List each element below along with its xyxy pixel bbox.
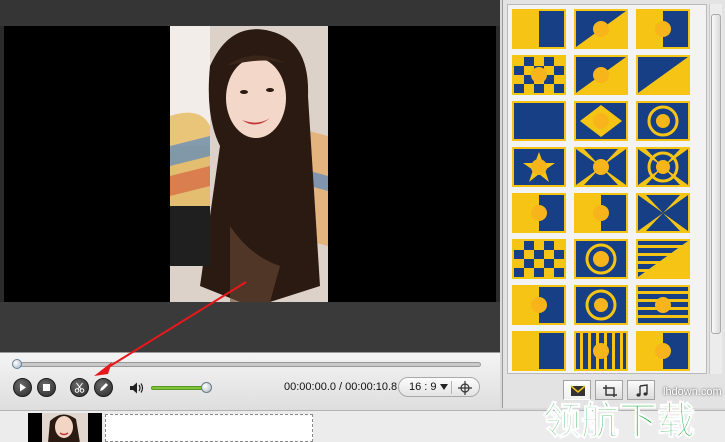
effect-tile-bar-sun[interactable] (512, 285, 566, 325)
video-player (0, 0, 500, 352)
split-button[interactable] (70, 378, 89, 397)
effect-preview-icon (576, 241, 626, 277)
effect-tile-star-sun[interactable] (512, 147, 566, 187)
player-footer (0, 302, 500, 352)
player-header (0, 0, 500, 26)
effect-tile-stripe-moon[interactable] (636, 285, 690, 325)
effect-tile-checker-a[interactable] (512, 55, 566, 95)
seek-handle[interactable] (12, 359, 22, 369)
chevron-down-icon (440, 384, 448, 390)
effect-preview-icon (576, 287, 626, 323)
play-button[interactable] (13, 378, 32, 397)
effect-preview-icon (514, 149, 564, 185)
thumbnail-image (42, 413, 88, 442)
effect-tile-half-sun[interactable] (512, 193, 566, 233)
effect-preview-icon (576, 195, 626, 231)
effect-preview-icon (514, 195, 564, 231)
effect-tile-moon-low[interactable] (512, 331, 566, 371)
video-clip-thumbnail[interactable] (28, 413, 102, 442)
effect-preview-icon (638, 287, 688, 323)
effect-preview-icon (576, 11, 626, 47)
crop-icon[interactable] (457, 380, 473, 396)
edit-button[interactable] (94, 378, 113, 397)
effects-grid (507, 4, 707, 374)
effect-preview-icon (514, 103, 564, 139)
effect-tile-moon-sun-e[interactable] (512, 101, 566, 141)
svg-text:领航下载: 领航下载 (543, 399, 695, 440)
person-image (170, 26, 328, 302)
video-preview[interactable] (4, 26, 496, 302)
effect-preview-icon (638, 57, 688, 93)
volume-slider[interactable] (151, 386, 207, 390)
video-thumbnail (42, 413, 88, 442)
divider (451, 381, 452, 394)
scrollbar-thumb[interactable] (711, 14, 721, 334)
effect-preview-icon (638, 11, 688, 47)
effect-preview-icon (576, 149, 626, 185)
play-icon (20, 383, 26, 392)
effect-tile-moon-sun-c[interactable] (636, 9, 690, 49)
effect-tile-moon-sun-a[interactable] (512, 9, 566, 49)
effect-tile-diamond-sun[interactable] (574, 101, 628, 141)
watermark-url: lhdown.com (663, 386, 722, 398)
effect-preview-icon (514, 287, 564, 323)
scissors-icon (74, 382, 85, 393)
effect-preview-icon (576, 333, 626, 369)
effect-preview-icon (514, 241, 564, 277)
effect-tile-ring-sun[interactable] (636, 101, 690, 141)
effect-tile-swirl-sun[interactable] (636, 147, 690, 187)
effect-preview-icon (638, 195, 688, 231)
effect-tile-corner-sun[interactable] (574, 193, 628, 233)
effect-tile-stripe-half[interactable] (574, 331, 628, 371)
effect-tile-moon-sun-d[interactable] (636, 55, 690, 95)
stop-button[interactable] (37, 378, 56, 397)
effect-tile-burst-sun[interactable] (574, 147, 628, 187)
effect-tile-sun-corner[interactable] (636, 331, 690, 371)
speaker-icon[interactable] (128, 380, 146, 396)
effect-preview-icon (576, 103, 626, 139)
transition-effects-panel (502, 0, 725, 408)
effect-tile-ray-sun[interactable] (636, 193, 690, 233)
aspect-ratio-dropdown[interactable]: 16 : 9 (398, 377, 480, 397)
time-display: 00:00:00.0 / 00:00:10.8 (284, 381, 398, 393)
volume-handle[interactable] (201, 382, 213, 393)
effect-tile-checker-b[interactable] (512, 239, 566, 279)
effect-tile-moon-ring[interactable] (574, 285, 628, 325)
effect-preview-icon (638, 333, 688, 369)
stop-icon (43, 384, 50, 391)
effect-tile-split-a[interactable] (574, 55, 628, 95)
effect-tile-stripe-sun[interactable] (636, 239, 690, 279)
effect-preview-icon (576, 57, 626, 93)
playback-controls: 00:00:00.0 / 00:00:10.8 16 : 9 (0, 352, 500, 410)
aspect-ratio-value: 16 : 9 (409, 381, 437, 393)
effect-preview-icon (638, 103, 688, 139)
effect-preview-icon (514, 57, 564, 93)
effect-tile-target-sun[interactable] (574, 239, 628, 279)
effect-preview-icon (638, 241, 688, 277)
clip-drop-zone[interactable] (105, 414, 313, 442)
effects-scrollbar[interactable] (709, 4, 722, 374)
effect-tile-moon-sun-b[interactable] (574, 9, 628, 49)
video-frame-image (170, 26, 328, 302)
effect-preview-icon (638, 149, 688, 185)
effect-preview-icon (514, 333, 564, 369)
effect-preview-icon (514, 11, 564, 47)
pencil-icon (100, 383, 108, 391)
seek-bar[interactable] (14, 362, 481, 367)
